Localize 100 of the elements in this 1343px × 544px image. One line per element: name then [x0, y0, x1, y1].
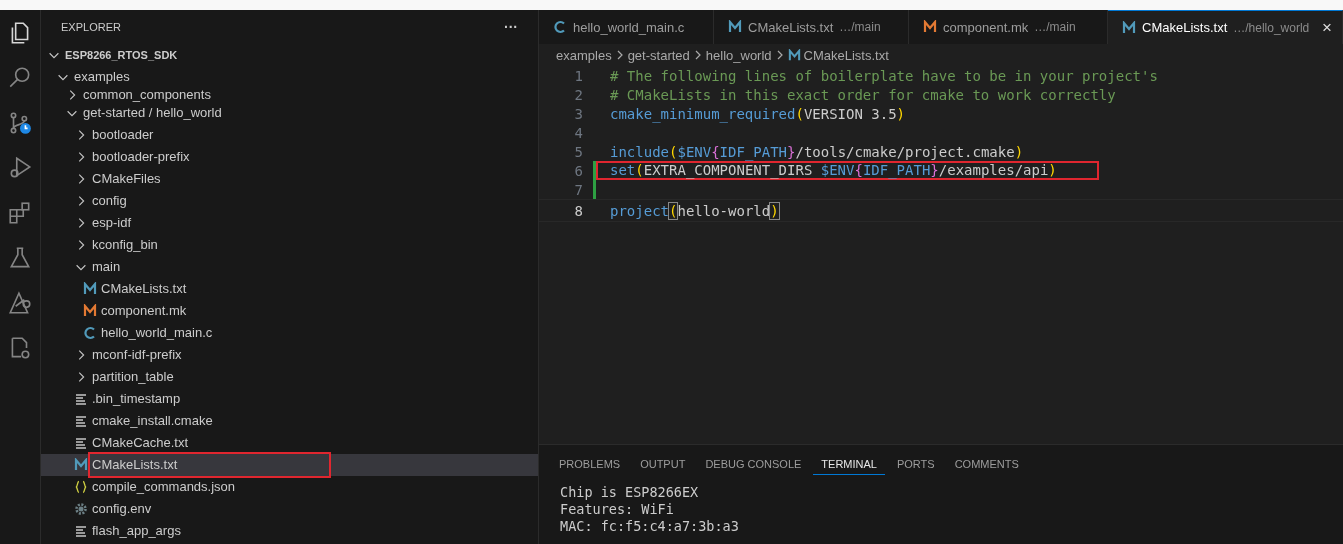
tree-item[interactable]: .bin_timestamp: [41, 388, 538, 410]
tree-item[interactable]: kconfig_bin: [41, 234, 538, 256]
line-number: 3: [573, 105, 583, 122]
tree-item[interactable]: flash_app_args: [41, 520, 538, 542]
editor-tab[interactable]: CMakeLists.txt …/hello_world ×: [1108, 10, 1343, 44]
terminal-line: Features: WiFi: [560, 501, 675, 518]
line-number: 1: [573, 67, 583, 84]
tree-item-label: partition_table: [92, 368, 174, 386]
line-number: 4: [573, 124, 583, 141]
tree-item-label: mconf-idf-prefix: [92, 346, 182, 364]
code-line: # CMakeLists in this exact order for cmake to work correctly: [610, 86, 1116, 103]
line-number: 8: [573, 202, 583, 219]
tree-item[interactable]: examples: [41, 66, 538, 88]
tree-item[interactable]: common_components: [41, 88, 538, 102]
tree-item[interactable]: ESP8266_RTOS_SDK: [41, 44, 538, 66]
line-number: 6: [573, 162, 583, 179]
tree-item-label: compile_commands.json: [92, 478, 236, 496]
terminal-line: Chip is ESP8266EX: [560, 484, 700, 501]
c-file-icon: [553, 20, 567, 34]
m-file-icon: [787, 48, 801, 62]
breadcrumb[interactable]: get-started: [627, 47, 690, 63]
tree-item[interactable]: mconf-idf-prefix: [41, 344, 538, 366]
tree-item-label: esp-idf: [92, 214, 132, 232]
panel-tab[interactable]: PORTS: [888, 453, 943, 475]
tab-label: CMakeLists.txt: [748, 19, 834, 35]
code-line: cmake_minimum_required(VERSION 3.5): [610, 105, 906, 122]
line-number: 7: [573, 181, 583, 198]
tree-item[interactable]: config: [41, 190, 538, 212]
tree-item[interactable]: bootloader: [41, 124, 538, 146]
tree-item-label: bootloader: [92, 126, 154, 144]
tree-item[interactable]: get-started / hello_world: [41, 102, 538, 124]
more-actions-button[interactable]: ···: [502, 19, 520, 35]
tab-path: …/main: [839, 20, 881, 34]
tree-item-label: ESP8266_RTOS_SDK: [65, 48, 178, 63]
tab-label: hello_world_main.c: [573, 19, 685, 35]
tree-item-label: CMakeCache.txt: [92, 434, 189, 452]
breadcrumb[interactable]: hello_world: [705, 47, 772, 63]
tree-item[interactable]: component.mk: [41, 300, 538, 322]
editor-tab[interactable]: hello_world_main.c: [539, 10, 714, 44]
breadcrumb[interactable]: CMakeLists.txt: [803, 47, 889, 63]
tree-item[interactable]: esp-idf: [41, 212, 538, 234]
text-lines-icon: [74, 392, 88, 406]
panel-tab[interactable]: PROBLEMS: [551, 453, 629, 475]
line-number: 5: [573, 143, 583, 160]
editor-tab[interactable]: CMakeLists.txt …/main: [714, 10, 909, 44]
m-file-icon: [923, 20, 937, 34]
tree-item-label: config.env: [92, 500, 152, 518]
braces-icon: [74, 480, 88, 494]
tree-item-label: component.mk: [101, 302, 187, 320]
terminal-line: MAC: fc:f5:c4:a7:3b:a3: [560, 518, 740, 535]
tree-item-label: main: [92, 258, 121, 276]
tab-path: …/hello_world: [1233, 20, 1310, 35]
breadcrumb[interactable]: examples: [556, 47, 612, 63]
text-lines-icon: [74, 524, 88, 538]
c-file-icon: [83, 326, 97, 340]
close-button[interactable]: ×: [1320, 17, 1334, 38]
tree-item[interactable]: CMakeCache.txt: [41, 432, 538, 454]
m-file-icon: [74, 458, 88, 472]
tree-item[interactable]: compile_commands.json: [41, 476, 538, 498]
tree-item[interactable]: main: [41, 256, 538, 278]
tree-item-label: bootloader-prefix: [92, 148, 190, 166]
tree-item-label: .bin_timestamp: [92, 390, 181, 408]
tree-item-label: get-started / hello_world: [83, 104, 222, 122]
text-lines-icon: [74, 436, 88, 450]
triangle-wrench-icon[interactable]: [7, 290, 33, 316]
tree-item-label: examples: [74, 68, 130, 86]
tree-item[interactable]: CMakeLists.txt: [41, 454, 538, 476]
tab-label: component.mk: [943, 19, 1029, 35]
explorer-title: EXPLORER: [61, 21, 121, 33]
code-line: # The following lines of boilerplate have to be in your project's: [610, 67, 1158, 84]
tree-item[interactable]: cmake_install.cmake: [41, 410, 538, 432]
tree-item-label: hello_world_main.c: [101, 324, 213, 342]
m-file-icon: [83, 304, 97, 318]
panel-tab[interactable]: OUTPUT: [632, 453, 694, 475]
tree-item[interactable]: bootloader-prefix: [41, 146, 538, 168]
tree-item-label: common_components: [83, 88, 211, 102]
tree-item-label: config: [92, 192, 127, 210]
tree-item[interactable]: CMakeFiles: [41, 168, 538, 190]
tree-item[interactable]: config.env: [41, 498, 538, 520]
tab-label: CMakeLists.txt: [1142, 20, 1228, 35]
tree-item-label: CMakeLists.txt: [101, 280, 187, 298]
m-file-icon: [728, 20, 742, 34]
tree-item[interactable]: partition_table: [41, 366, 538, 388]
tree-item-label: kconfig_bin: [92, 236, 158, 254]
m-file-icon: [83, 282, 97, 296]
line-number: 2: [573, 86, 583, 103]
tree-item-label: CMakeFiles: [92, 170, 161, 188]
panel-tab[interactable]: TERMINAL: [813, 453, 885, 475]
tab-path: …/main: [1034, 20, 1076, 34]
m-file-icon: [1122, 20, 1136, 35]
tree-item-label: flash_app_args: [92, 522, 181, 540]
tree-item[interactable]: hello_world_main.c: [41, 322, 538, 344]
text-lines-icon: [74, 414, 88, 428]
panel-tab[interactable]: COMMENTS: [946, 453, 1027, 475]
tree-item[interactable]: CMakeLists.txt: [41, 278, 538, 300]
code-line: include($ENV{IDF_PATH}/tools/cmake/project.cmake): [610, 143, 1024, 160]
panel-tab[interactable]: DEBUG CONSOLE: [697, 453, 810, 475]
gear-icon: [74, 502, 88, 516]
tree-item-label: cmake_install.cmake: [92, 412, 213, 430]
code-line: project(hello-world): [610, 202, 779, 219]
